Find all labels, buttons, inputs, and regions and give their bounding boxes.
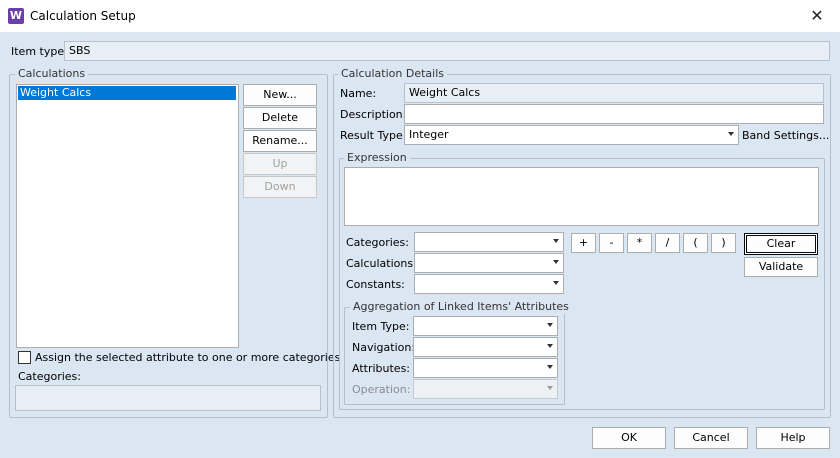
chevron-down-icon xyxy=(547,386,553,390)
agg-navigation-select[interactable] xyxy=(413,337,558,357)
close-paren-button[interactable]: ) xyxy=(711,233,736,253)
result-type-select[interactable]: Integer xyxy=(404,125,739,145)
band-settings-link[interactable]: Band Settings... xyxy=(742,128,829,144)
calculation-details-label: Calculation Details xyxy=(338,67,447,81)
close-icon[interactable]: ✕ xyxy=(794,0,840,32)
agg-attributes-label: Attributes: xyxy=(352,362,411,375)
rename-button[interactable]: Rename... xyxy=(243,130,317,152)
chevron-down-icon xyxy=(553,239,559,243)
open-paren-button[interactable]: ( xyxy=(683,233,708,253)
cancel-button[interactable]: Cancel xyxy=(674,427,748,449)
aggregation-group-label: Aggregation of Linked Items' Attributes xyxy=(350,300,572,314)
agg-operation-label: Operation: xyxy=(352,383,411,396)
item-type-label: Item type: xyxy=(11,45,68,58)
validate-button[interactable]: Validate xyxy=(744,257,818,277)
description-label: Description: xyxy=(340,108,407,121)
categories-field xyxy=(15,385,321,411)
agg-item-type-select[interactable] xyxy=(413,316,558,336)
assign-checkbox[interactable] xyxy=(18,351,31,364)
expr-constants-label: Constants: xyxy=(346,278,405,291)
name-label: Name: xyxy=(340,87,377,100)
window-title: Calculation Setup xyxy=(30,9,136,23)
down-button[interactable]: Down xyxy=(243,176,317,198)
agg-operation-select[interactable] xyxy=(413,379,558,399)
up-button[interactable]: Up xyxy=(243,153,317,175)
agg-attributes-select[interactable] xyxy=(413,358,558,378)
name-field: Weight Calcs xyxy=(404,83,824,103)
minus-operator-button[interactable]: - xyxy=(599,233,624,253)
expression-textarea[interactable] xyxy=(344,167,819,226)
plus-operator-button[interactable]: + xyxy=(571,233,596,253)
ok-button[interactable]: OK xyxy=(592,427,666,449)
expr-calculations-label: Calculations: xyxy=(346,257,417,270)
expr-categories-label: Categories: xyxy=(346,236,409,249)
chevron-down-icon xyxy=(547,365,553,369)
chevron-down-icon xyxy=(553,281,559,285)
agg-item-type-label: Item Type: xyxy=(352,320,410,333)
result-type-label: Result Type: xyxy=(340,129,407,142)
calculations-group-label: Calculations xyxy=(15,67,89,81)
new-button[interactable]: New... xyxy=(243,84,317,106)
expr-calculations-select[interactable] xyxy=(414,253,564,273)
delete-button[interactable]: Delete xyxy=(243,107,317,129)
chevron-down-icon xyxy=(547,344,553,348)
assign-checkbox-label: Assign the selected attribute to one or … xyxy=(35,351,341,364)
expr-constants-select[interactable] xyxy=(414,274,564,294)
multiply-operator-button[interactable]: * xyxy=(627,233,652,253)
help-button[interactable]: Help xyxy=(756,427,830,449)
clear-button[interactable]: Clear xyxy=(744,233,818,255)
chevron-down-icon xyxy=(728,132,734,136)
result-type-value: Integer xyxy=(409,128,449,141)
chevron-down-icon xyxy=(547,323,553,327)
agg-navigation-label: Navigation: xyxy=(352,341,416,354)
divide-operator-button[interactable]: / xyxy=(655,233,680,253)
chevron-down-icon xyxy=(553,260,559,264)
description-input[interactable] xyxy=(404,104,824,124)
expression-group-label: Expression xyxy=(344,151,410,165)
categories-label: Categories: xyxy=(18,370,81,383)
calculations-list[interactable]: Weight Calcs xyxy=(16,84,239,348)
list-item[interactable]: Weight Calcs xyxy=(18,86,236,100)
expr-categories-select[interactable] xyxy=(414,232,564,252)
app-icon: W xyxy=(8,8,24,24)
item-type-field: SBS xyxy=(64,41,830,61)
